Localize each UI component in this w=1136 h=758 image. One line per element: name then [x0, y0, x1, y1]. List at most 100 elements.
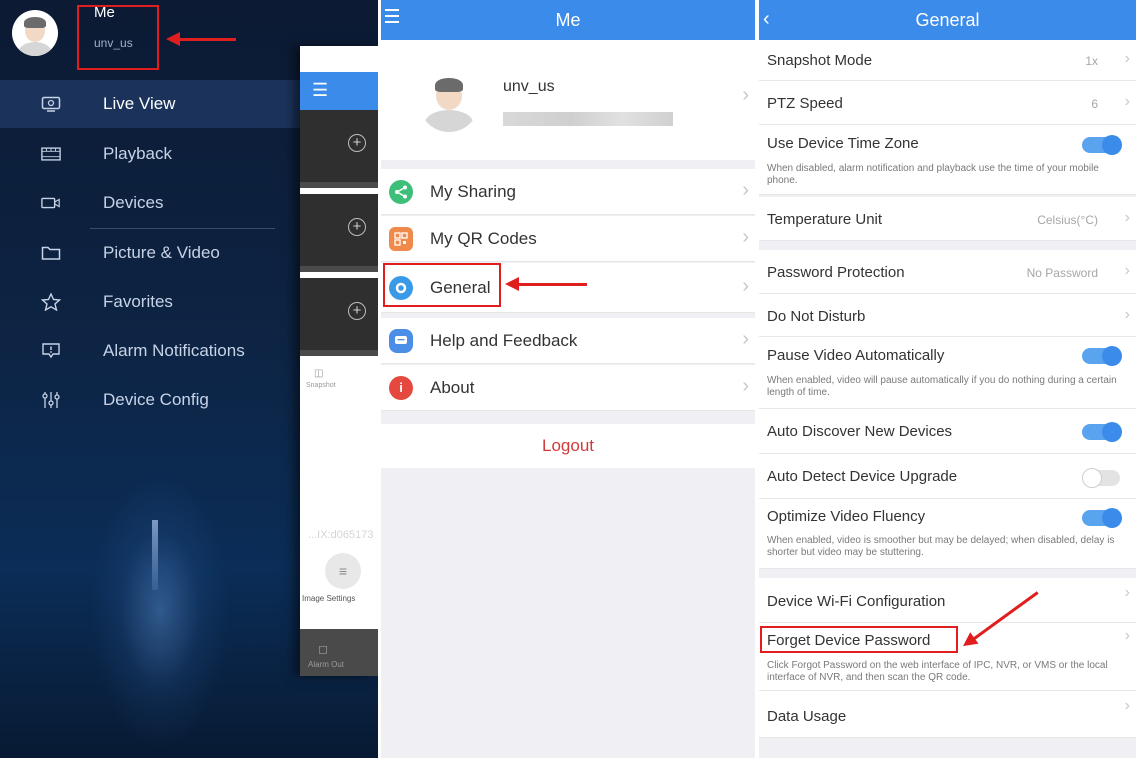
setting-data-usage[interactable]: Data Usage › [759, 691, 1136, 738]
chevron-right-icon: › [742, 375, 749, 397]
setting-label: Auto Detect Device Upgrade [767, 468, 958, 485]
setting-auto-discover: Auto Discover New Devices [759, 409, 1136, 454]
avatar-body [425, 110, 473, 132]
menu-item-help-feedback[interactable]: Help and Feedback › [381, 318, 755, 364]
profile-email-redacted [503, 112, 673, 126]
sidebar-item-label: Live View [103, 94, 176, 113]
setting-pause-video: Pause Video Automatically When enabled, … [759, 337, 1136, 409]
general-settings-screen: ‹ General Snapshot Mode 1x › PTZ Speed 6… [759, 0, 1136, 758]
sidebar-item-device-config[interactable]: Device Config [0, 376, 300, 424]
setting-ptz-speed[interactable]: PTZ Speed 6 › [759, 81, 1136, 125]
setting-temperature-unit[interactable]: Temperature Unit Celsius(°C) › [759, 197, 1136, 241]
sidebar-item-favorites[interactable]: Favorites [0, 278, 300, 326]
add-camera-icon[interactable]: + [348, 218, 366, 236]
alarm-out-label: Alarm Out [308, 660, 345, 669]
live-view-peek[interactable]: ☰ + + + ◫ Snapshot ...IX:d065173 ≡ Image… [300, 46, 378, 676]
highlight-box-forget-password [760, 626, 958, 653]
menu-item-my-sharing[interactable]: My Sharing › [381, 169, 755, 215]
setting-snapshot-mode[interactable]: Snapshot Mode 1x › [759, 40, 1136, 81]
setting-label: Use Device Time Zone [767, 135, 919, 152]
back-chevron-icon[interactable]: ‹ [763, 8, 770, 31]
setting-wifi-config[interactable]: Device Wi-Fi Configuration › [759, 578, 1136, 623]
me-screen: Me unv_us › My Sharing › My QR Codes › G… [381, 0, 755, 758]
avatar[interactable] [12, 10, 58, 56]
chevron-right-icon: › [742, 179, 749, 201]
image-settings-label: Image Settings [302, 594, 356, 603]
setting-do-not-disturb[interactable]: Do Not Disturb › [759, 294, 1136, 337]
sidebar-item-label: Alarm Notifications [103, 341, 245, 360]
qr-code-icon [389, 226, 413, 251]
sidebar-item-alarm-notifications[interactable]: Alarm Notifications [0, 327, 300, 375]
profile-username: unv_us [503, 78, 555, 95]
toggle-knob [1082, 468, 1102, 488]
snapshot-label: Snapshot [306, 382, 336, 389]
add-camera-icon[interactable]: + [348, 302, 366, 320]
avatar [419, 72, 479, 132]
me-header: Me [381, 0, 755, 40]
avatar-hair [435, 78, 463, 92]
chevron-right-icon: › [742, 84, 749, 106]
share-icon [389, 179, 413, 204]
setting-optimize-fluency: Optimize Video Fluency When enabled, vid… [759, 499, 1136, 569]
sidebar-item-label: Devices [103, 193, 164, 212]
star-icon [41, 293, 61, 311]
toggle-auto-discover[interactable] [1082, 422, 1122, 442]
sidebar-item-devices[interactable]: Devices [0, 179, 300, 227]
add-camera-icon[interactable]: + [348, 134, 366, 152]
highlight-box-general [383, 263, 501, 307]
avatar-body [18, 42, 52, 56]
toggle-optimize-fluency[interactable] [1082, 508, 1122, 528]
toggle-knob [1102, 135, 1122, 155]
setting-label: Data Usage [767, 708, 847, 725]
sidebar-item-picture-video[interactable]: Picture & Video [0, 229, 300, 277]
setting-description: Click Forgot Password on the web interfa… [767, 660, 1108, 683]
chevron-right-icon: › [1124, 209, 1130, 226]
sidebar-item-label: Picture & Video [103, 243, 220, 262]
camera-slot[interactable]: + [300, 110, 378, 188]
toggle-device-time-zone[interactable] [1082, 135, 1122, 155]
setting-value: 6 [1091, 97, 1098, 111]
image-settings-button[interactable]: ≡ [325, 553, 361, 589]
sidebar-item-live-view[interactable]: Live View [0, 80, 300, 128]
camera-slot[interactable]: + [300, 194, 378, 272]
menu-item-about[interactable]: i About › [381, 365, 755, 411]
menu-item-label: My Sharing [430, 181, 516, 201]
setting-label: Optimize Video Fluency [767, 508, 926, 525]
profile-card[interactable]: unv_us › [381, 40, 755, 160]
chevron-right-icon: › [742, 328, 749, 350]
setting-label: Pause Video Automatically [767, 347, 945, 364]
menu-item-my-qr-codes[interactable]: My QR Codes › [381, 216, 755, 262]
monitor-icon [41, 96, 61, 112]
avatar-hair [24, 17, 46, 28]
camera-slot[interactable]: + [300, 278, 378, 356]
menu-icon[interactable]: ☰ [312, 80, 328, 101]
chat-bubble-icon [389, 328, 413, 353]
toggle-knob [1102, 422, 1122, 442]
setting-label: Do Not Disturb [767, 308, 866, 325]
sliders-icon [41, 392, 61, 408]
chevron-right-icon: › [1124, 627, 1130, 644]
chevron-right-icon: › [1124, 50, 1130, 67]
chevron-right-icon: › [1124, 306, 1130, 323]
setting-description: When enabled, video will pause automatic… [767, 375, 1117, 398]
logout-button[interactable]: Logout [381, 424, 755, 468]
camera-icon [41, 195, 61, 211]
page-title: General [915, 9, 980, 30]
sidebar-item-playback[interactable]: Playback [0, 130, 300, 178]
toggle-pause-video[interactable] [1082, 346, 1122, 366]
snapshot-icon[interactable]: ◫ [314, 368, 323, 379]
sidebar-item-label: Playback [103, 144, 172, 163]
annotation-arrow-general [505, 277, 587, 291]
menu-icon[interactable] [385, 9, 399, 27]
chevron-right-icon: › [742, 275, 749, 297]
setting-label: Auto Discover New Devices [767, 423, 953, 440]
setting-password-protection[interactable]: Password Protection No Password › [759, 250, 1136, 294]
background-glow [90, 470, 230, 750]
chevron-right-icon: › [1124, 93, 1130, 110]
menu-item-label: About [430, 377, 475, 397]
alarm-out-icon[interactable]: ◻ [318, 642, 328, 656]
sidebar-item-label: Device Config [103, 390, 209, 409]
toggle-auto-upgrade[interactable] [1082, 468, 1120, 488]
highlight-box-profile [77, 5, 159, 70]
peek-watermark: ...IX:d065173 [308, 529, 374, 541]
